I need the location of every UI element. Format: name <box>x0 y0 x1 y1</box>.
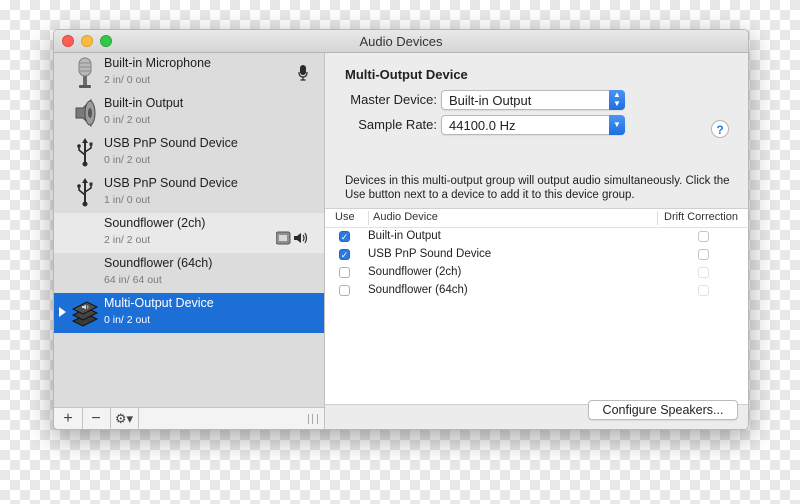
device-item-usb-pnp-input[interactable]: USB PnP Sound Device 1 in/ 0 out <box>54 173 324 213</box>
add-device-button[interactable]: + <box>54 408 83 429</box>
sample-rate-select[interactable]: 44100.0 Hz ▼ <box>441 115 625 135</box>
device-item-built-in-output[interactable]: Built-in Output 0 in/ 2 out <box>54 93 324 133</box>
remove-device-button[interactable]: − <box>82 408 111 429</box>
device-cell: USB PnP Sound Device <box>368 248 492 260</box>
device-name: Soundflower (64ch) <box>104 256 213 270</box>
usb-icon <box>70 177 100 209</box>
device-item-usb-pnp-output[interactable]: USB PnP Sound Device 0 in/ 2 out <box>54 133 324 173</box>
chevron-down-icon: ▼ <box>609 115 625 135</box>
device-io: 0 in/ 2 out <box>104 114 151 126</box>
multi-output-icon <box>70 297 100 329</box>
table-row: Soundflower (2ch) <box>325 264 748 282</box>
sidebar-toolbar: + − ⚙▾ <box>54 407 324 429</box>
help-button[interactable]: ? <box>711 120 729 138</box>
device-status-icons <box>275 231 310 245</box>
device-cell: Soundflower (64ch) <box>368 284 468 296</box>
table-row: ✓ USB PnP Sound Device <box>325 246 748 264</box>
volume-icon <box>294 232 308 244</box>
device-io: 64 in/ 64 out <box>104 274 162 286</box>
master-device-value: Built-in Output <box>449 93 532 108</box>
device-item-built-in-microphone[interactable]: Built-in Microphone 2 in/ 0 out <box>54 53 324 93</box>
table-row: Soundflower (64ch) <box>325 282 748 300</box>
device-io: 2 in/ 0 out <box>104 74 151 86</box>
configure-speakers-button[interactable]: Configure Speakers... <box>588 400 738 420</box>
device-io: 0 in/ 2 out <box>104 314 151 326</box>
sample-rate-label: Sample Rate: <box>358 117 437 132</box>
audio-device-table: Use Audio Device Drift Correction ✓ Buil… <box>325 208 748 405</box>
drift-correction-checkbox[interactable] <box>698 231 709 242</box>
device-io: 0 in/ 2 out <box>104 154 151 166</box>
device-name: Soundflower (2ch) <box>104 216 206 230</box>
device-item-soundflower-64ch[interactable]: Soundflower (64ch) 64 in/ 64 out <box>54 253 324 293</box>
use-checkbox[interactable] <box>339 267 350 278</box>
panel-title: Multi-Output Device <box>345 67 468 82</box>
column-header-drift[interactable]: Drift Correction <box>657 211 738 225</box>
system-alert-icon <box>275 231 291 245</box>
microphone-small-icon <box>298 65 308 84</box>
drift-correction-checkbox[interactable] <box>698 267 709 278</box>
usb-icon <box>70 137 100 169</box>
device-item-soundflower-2ch[interactable]: Soundflower (2ch) 2 in/ 2 out <box>54 213 324 253</box>
window-title: Audio Devices <box>359 34 443 49</box>
device-name: Multi-Output Device <box>104 296 214 310</box>
device-item-multi-output[interactable]: Multi-Output Device 0 in/ 2 out <box>54 293 324 333</box>
use-checkbox[interactable]: ✓ <box>339 249 350 260</box>
use-checkbox[interactable] <box>339 285 350 296</box>
device-name: USB PnP Sound Device <box>104 176 238 190</box>
group-description: Devices in this multi-output group will … <box>345 175 730 201</box>
speaker-icon <box>70 97 100 129</box>
use-checkbox[interactable]: ✓ <box>339 231 350 242</box>
audio-devices-window: Audio Devices Built-in Microphone 2 in/ … <box>53 29 749 430</box>
title-bar[interactable]: Audio Devices <box>54 30 748 53</box>
column-header-device[interactable]: Audio Device <box>368 211 438 225</box>
device-io: 1 in/ 0 out <box>104 194 151 206</box>
drift-correction-checkbox[interactable] <box>698 249 709 260</box>
table-row: ✓ Built-in Output <box>325 228 748 246</box>
master-device-label: Master Device: <box>350 92 437 107</box>
device-cell: Soundflower (2ch) <box>368 266 462 278</box>
microphone-icon <box>70 57 100 89</box>
up-down-chevron-icon: ▲ ▼ <box>609 90 625 110</box>
device-name: Built-in Output <box>104 96 184 110</box>
disclosure-triangle-icon[interactable] <box>59 307 66 317</box>
column-header-use[interactable]: Use <box>335 211 355 223</box>
sample-rate-value: 44100.0 Hz <box>449 118 516 133</box>
resize-grip-icon[interactable] <box>308 414 318 424</box>
device-io: 2 in/ 2 out <box>104 234 151 246</box>
device-name: USB PnP Sound Device <box>104 136 238 150</box>
device-list: Built-in Microphone 2 in/ 0 out Built-in… <box>54 53 325 429</box>
table-header: Use Audio Device Drift Correction <box>325 209 748 228</box>
device-detail-panel: Multi-Output Device Master Device: Built… <box>325 53 748 429</box>
device-name: Built-in Microphone <box>104 56 211 70</box>
drift-correction-checkbox[interactable] <box>698 285 709 296</box>
master-device-select[interactable]: Built-in Output ▲ ▼ <box>441 90 625 110</box>
device-cell: Built-in Output <box>368 230 441 242</box>
gear-menu-button[interactable]: ⚙▾ <box>110 408 139 429</box>
